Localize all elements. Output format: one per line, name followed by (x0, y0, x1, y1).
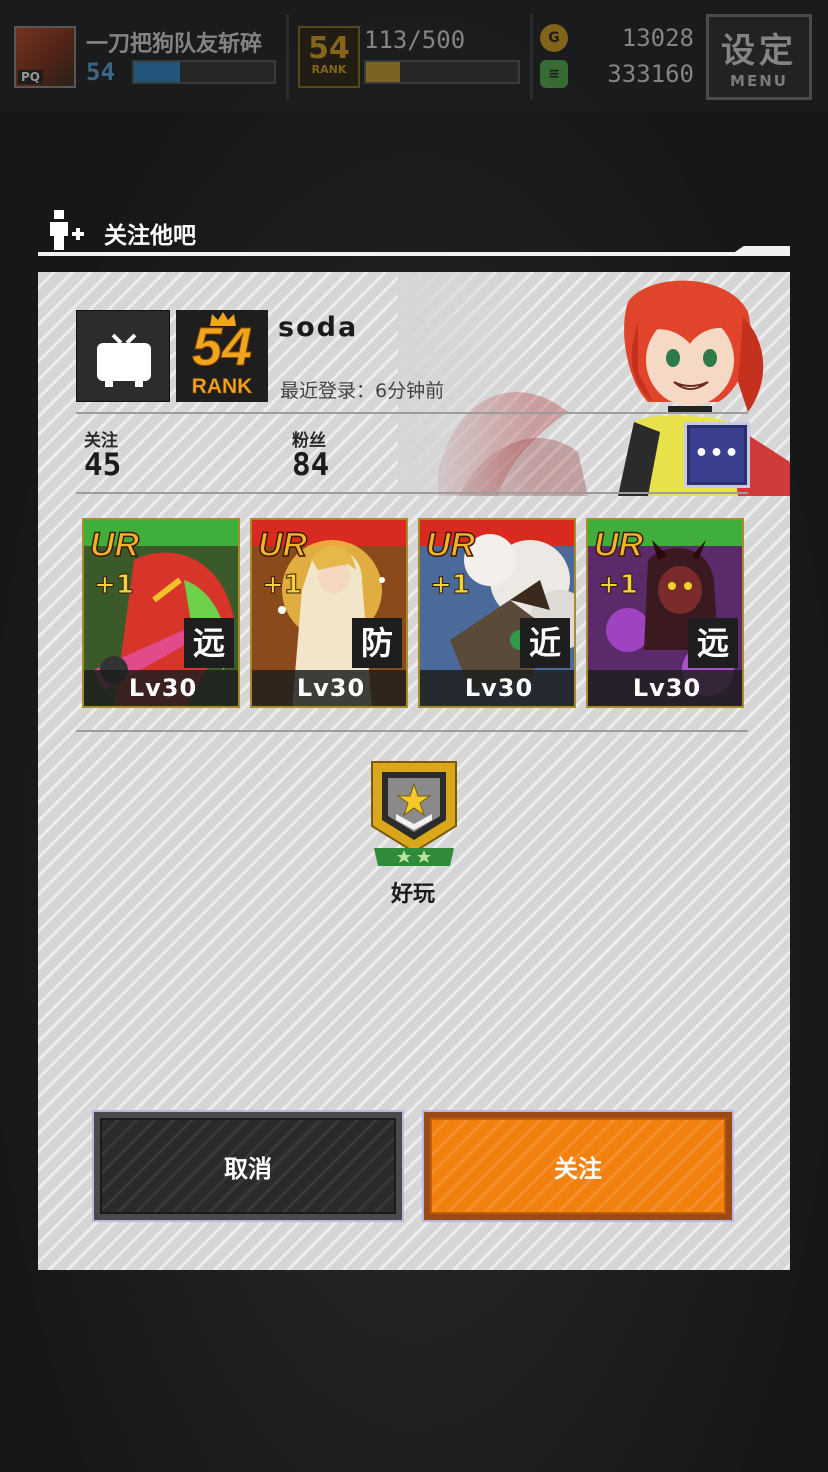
hud-divider (286, 14, 289, 100)
gold-coin-icon: G (540, 24, 568, 52)
cancel-button-label: 取消 (100, 1118, 396, 1214)
top-hud: PQ 一刀把狗队友斩碎 54 54 RANK 113/500 G ≡ 13028… (0, 0, 828, 112)
unit-card[interactable]: UR +1 远 Lv30 (586, 518, 744, 708)
gem-stack-icon: ≡ (540, 60, 568, 88)
divider (76, 730, 748, 732)
hud-player-name: 一刀把狗队友斩碎 (86, 32, 263, 57)
follow-button-label: 关注 (430, 1118, 726, 1214)
menu-button-sublabel: MENU (730, 72, 788, 90)
xp-bar (132, 60, 276, 84)
shield-badge-icon (371, 761, 457, 866)
xp-bar-fill (134, 62, 181, 82)
cancel-button[interactable]: 取消 (92, 1110, 404, 1222)
hud-stamina-text: 113/500 (364, 26, 466, 54)
rank-label: RANK (191, 375, 253, 398)
divider (76, 412, 748, 414)
rank-number: 54 (191, 317, 253, 377)
dialog-header: 关注他吧 (38, 206, 790, 256)
gem-amount: 333160 (607, 60, 694, 88)
avatar-tag: PQ (18, 70, 43, 84)
hud-rank-number: 54 (308, 31, 350, 66)
header-underline (38, 252, 790, 256)
card-type-badge: 远 (184, 618, 234, 668)
divider (76, 492, 748, 494)
follow-dialog: 54 RANK soda 最近登录：6分钟前 关注 45 粉丝 84 ••• U… (38, 272, 790, 1270)
menu-button[interactable]: 设定 MENU (706, 14, 812, 100)
stamina-bar (364, 60, 520, 84)
player-rank-badge: 54 RANK (176, 310, 268, 402)
fans-count: 84 (292, 447, 330, 483)
player-avatar[interactable]: PQ (14, 26, 76, 88)
card-type-badge: 防 (352, 618, 402, 668)
unit-card[interactable]: UR +1 远 Lv30 (82, 518, 240, 708)
unit-card[interactable]: UR +1 防 Lv30 (250, 518, 408, 708)
more-dots-icon: ••• (694, 441, 740, 466)
emblem-label: 好玩 (390, 882, 435, 907)
card-type-badge: 远 (688, 618, 738, 668)
follow-button[interactable]: 关注 (422, 1110, 734, 1222)
header-tab-accent (732, 246, 790, 254)
gold-amount: 13028 (621, 24, 694, 52)
card-plus: +1 (598, 570, 639, 600)
hud-player-level: 54 (86, 58, 115, 86)
card-rarity: UR (89, 526, 140, 564)
card-level: Lv30 (252, 670, 406, 706)
last-login-text: 最近登录：6分钟前 (280, 380, 445, 402)
dialog-title: 关注他吧 (104, 223, 196, 249)
card-rarity: UR (425, 526, 476, 564)
hud-divider (530, 14, 533, 100)
card-plus: +1 (94, 570, 135, 600)
card-level: Lv30 (588, 670, 742, 706)
menu-button-label: 设定 (721, 31, 797, 71)
hud-rank-badge: 54 RANK (298, 26, 360, 88)
follow-count: 45 (84, 447, 122, 483)
card-rarity: UR (593, 526, 644, 564)
card-type-badge: 近 (520, 618, 570, 668)
card-level: Lv30 (84, 670, 238, 706)
card-rarity: UR (257, 526, 308, 564)
tv-icon (97, 333, 151, 387)
card-plus: +1 (430, 570, 471, 600)
unit-card[interactable]: UR +1 近 Lv30 (418, 518, 576, 708)
live-tv-button[interactable] (76, 310, 170, 402)
player-name: soda (278, 312, 359, 343)
stamina-bar-fill (366, 62, 401, 82)
card-plus: +1 (262, 570, 303, 600)
more-options-button[interactable]: ••• (684, 422, 750, 488)
card-level: Lv30 (420, 670, 574, 706)
add-friend-icon (48, 210, 84, 254)
